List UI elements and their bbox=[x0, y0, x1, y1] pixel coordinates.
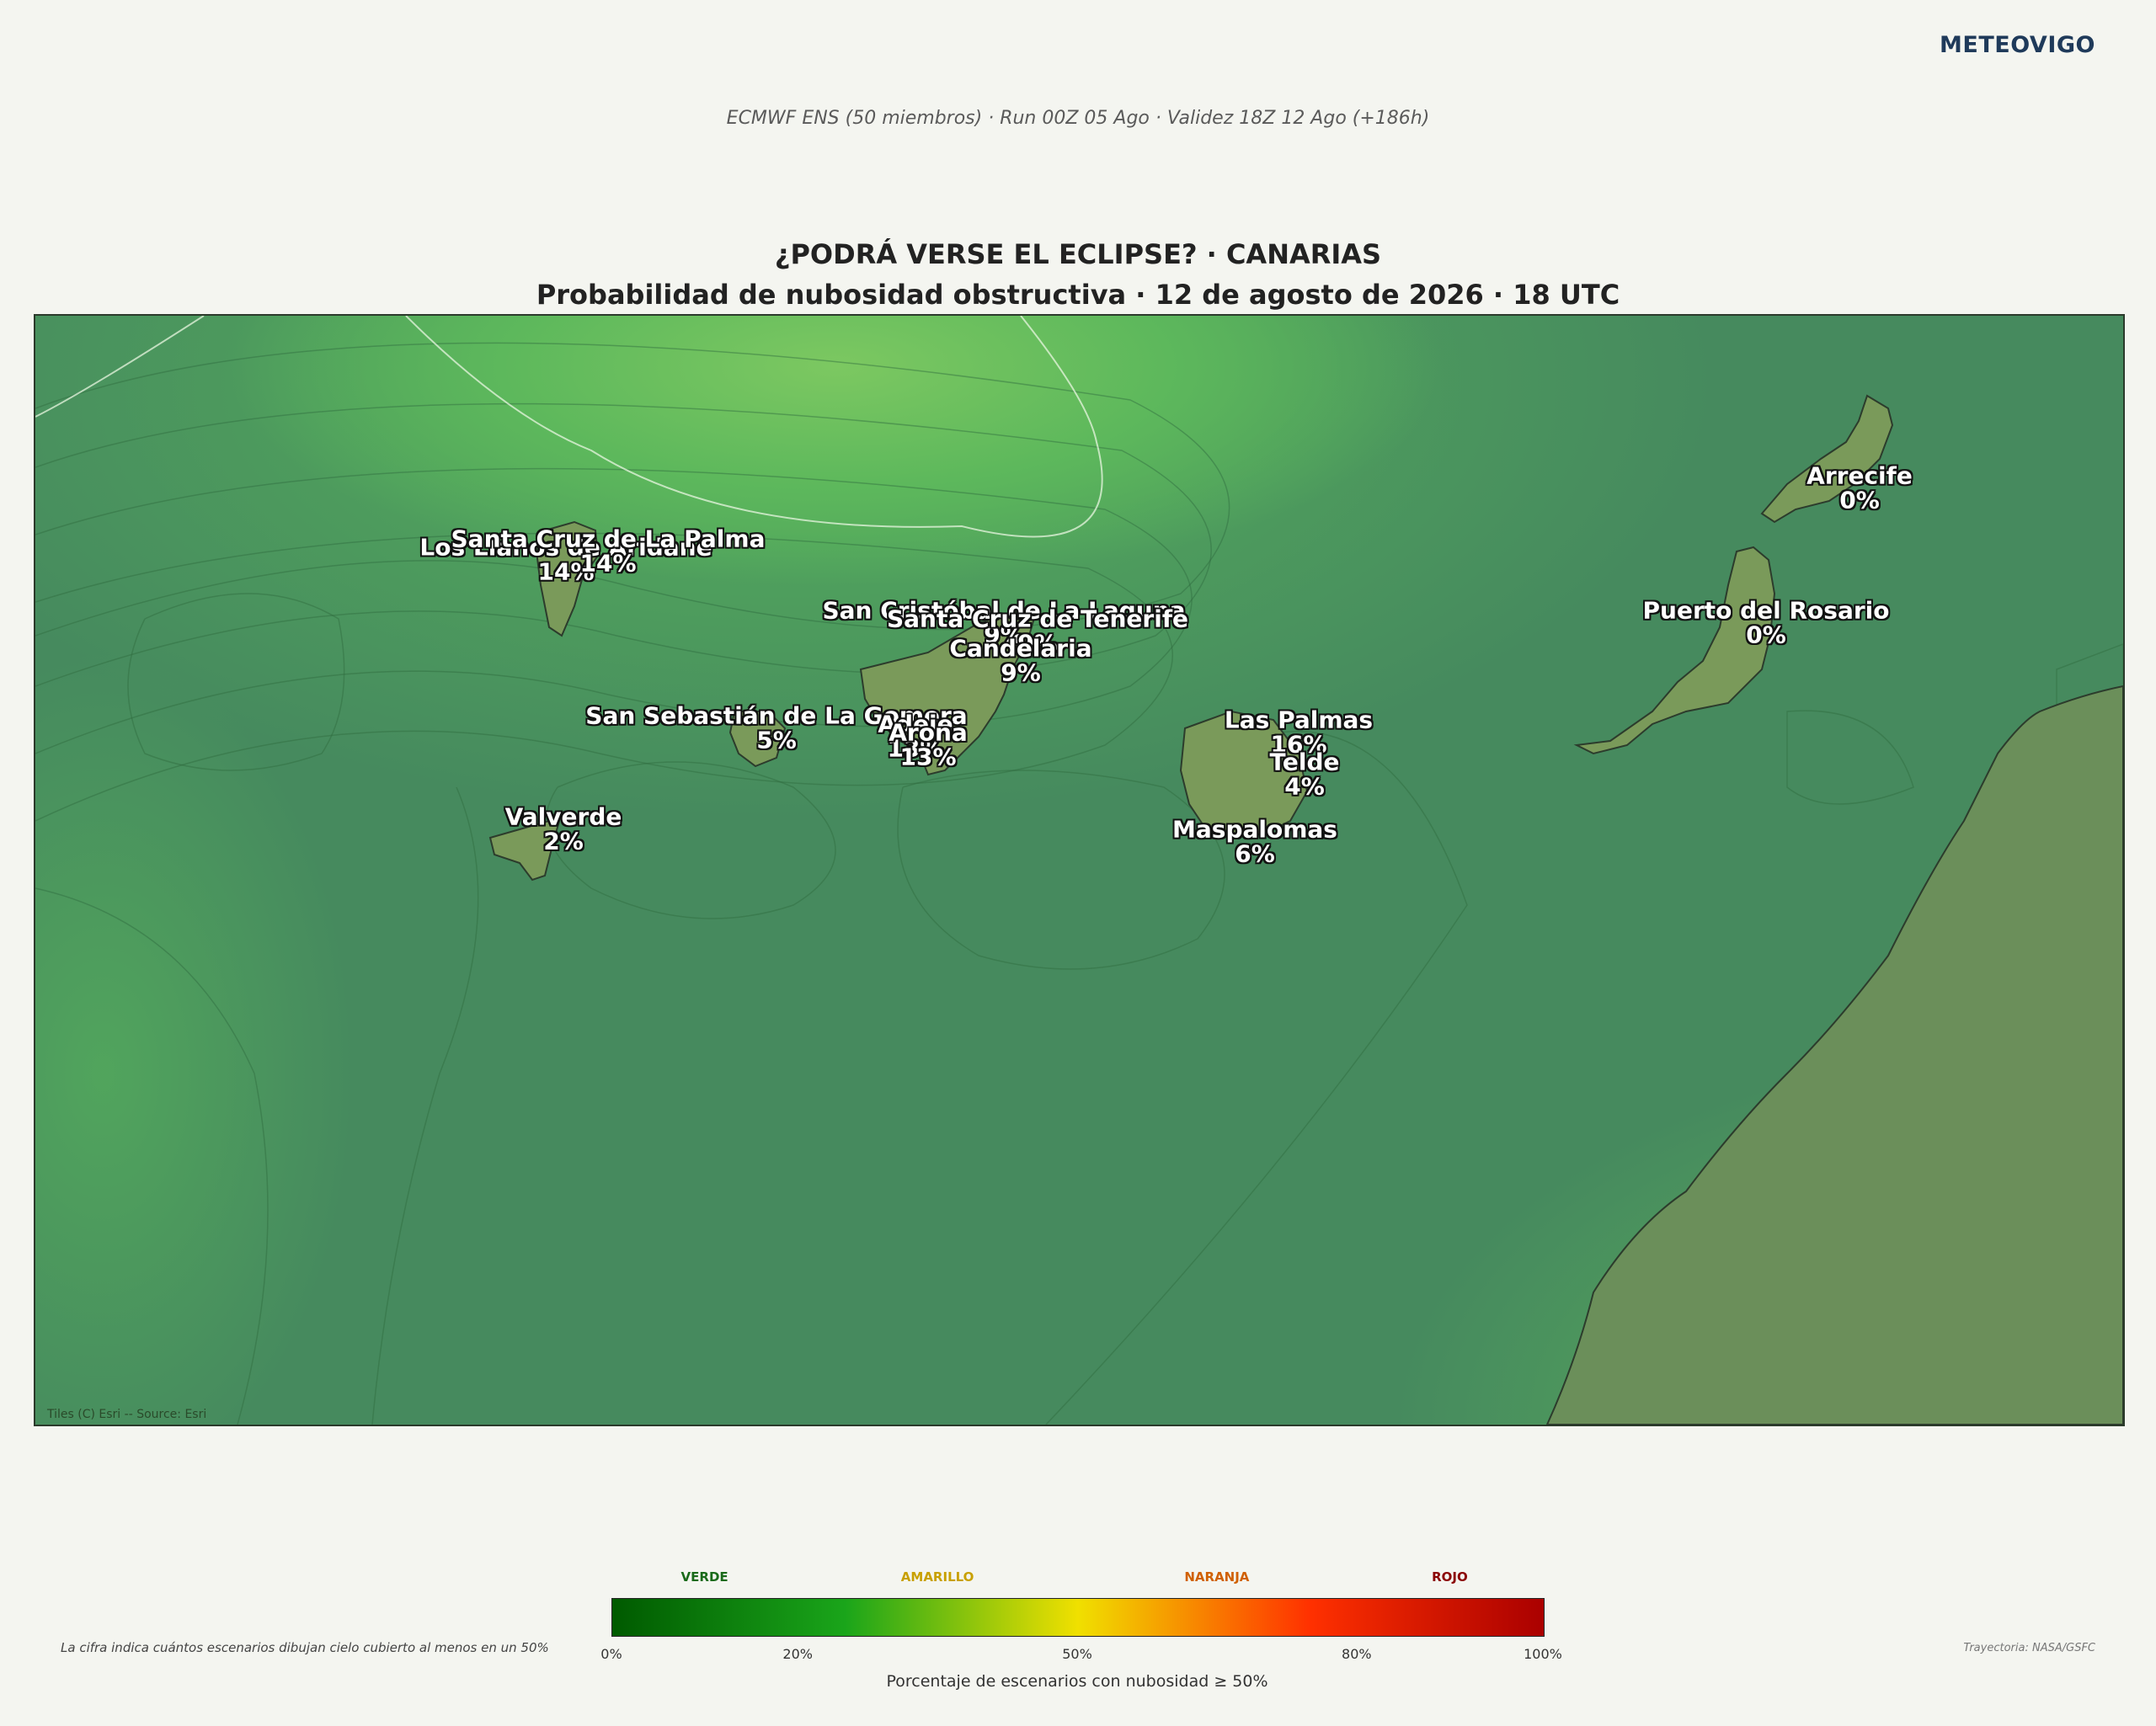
city-probability: 0% bbox=[1839, 487, 1880, 514]
city-label: Telde 4% bbox=[1269, 748, 1340, 801]
city-name: Valverde bbox=[504, 802, 622, 831]
colorbar bbox=[611, 1598, 1545, 1637]
brand-logo: METEOVIGO bbox=[1940, 32, 2095, 58]
map-title-line-2: Probabilidad de nubosidad obstructiva · … bbox=[536, 279, 1620, 311]
city-probability: 13% bbox=[899, 743, 957, 771]
city-label: Santa Cruz de La Palma 14% bbox=[451, 525, 766, 578]
city-name: Telde bbox=[1269, 748, 1340, 776]
city-name: Maspalomas bbox=[1172, 815, 1337, 844]
model-run-subtitle: ECMWF ENS (50 miembros) · Run 00Z 05 Ago… bbox=[726, 108, 1430, 129]
colorbar-tick: 20% bbox=[782, 1646, 813, 1662]
city-name: Arona bbox=[889, 718, 968, 747]
trajectory-credit: Trayectoria: NASA/GSFC bbox=[1963, 1642, 2095, 1654]
category-label: VERDE bbox=[680, 1569, 728, 1585]
category-label: NARANJA bbox=[1184, 1569, 1250, 1585]
tiles-attribution: Tiles (C) Esri -- Source: Esri bbox=[47, 1408, 207, 1421]
city-label: Arrecife 0% bbox=[1806, 461, 1913, 514]
city-label: Candelaria 9% bbox=[949, 634, 1092, 687]
city-probability: 9% bbox=[1001, 659, 1041, 687]
city-label: Maspalomas 6% bbox=[1172, 815, 1337, 868]
map-title: ¿PODRÁ VERSE EL ECLIPSE? · CANARIAS Prob… bbox=[0, 234, 2156, 315]
city-label: Arona 13% bbox=[889, 718, 968, 771]
city-probability: 6% bbox=[1235, 840, 1275, 868]
colorbar-tick: 0% bbox=[600, 1646, 622, 1662]
city-name: Santa Cruz de Tenerife bbox=[886, 605, 1189, 633]
city-name: Santa Cruz de La Palma bbox=[451, 525, 766, 553]
colorbar-tick: 50% bbox=[1062, 1646, 1092, 1662]
colorbar-tick: 100% bbox=[1524, 1646, 1562, 1662]
city-name: Candelaria bbox=[949, 634, 1092, 663]
city-name: Arrecife bbox=[1806, 461, 1913, 490]
city-probability: 4% bbox=[1284, 773, 1325, 801]
city-label: Valverde 2% bbox=[504, 802, 622, 855]
category-label: AMARILLO bbox=[900, 1569, 974, 1585]
city-name: Las Palmas bbox=[1224, 706, 1374, 734]
city-probability: 2% bbox=[543, 828, 584, 855]
city-probability: 0% bbox=[1746, 621, 1786, 649]
city-label: Puerto del Rosario 0% bbox=[1642, 596, 1890, 649]
map-title-line-1: ¿PODRÁ VERSE EL ECLIPSE? · CANARIAS bbox=[774, 238, 1382, 270]
city-probability: 14% bbox=[579, 550, 637, 578]
colorbar-label: Porcentaje de escenarios con nubosidad ≥… bbox=[886, 1672, 1268, 1691]
category-label: ROJO bbox=[1432, 1569, 1468, 1585]
city-name: Puerto del Rosario bbox=[1642, 596, 1890, 625]
colorbar-tick: 80% bbox=[1342, 1646, 1372, 1662]
legend-note: La cifra indica cuántos escenarios dibuj… bbox=[61, 1640, 549, 1655]
probability-map[interactable]: Los Llanos de Aridane 14% Santa Cruz de La… bbox=[34, 314, 2125, 1426]
